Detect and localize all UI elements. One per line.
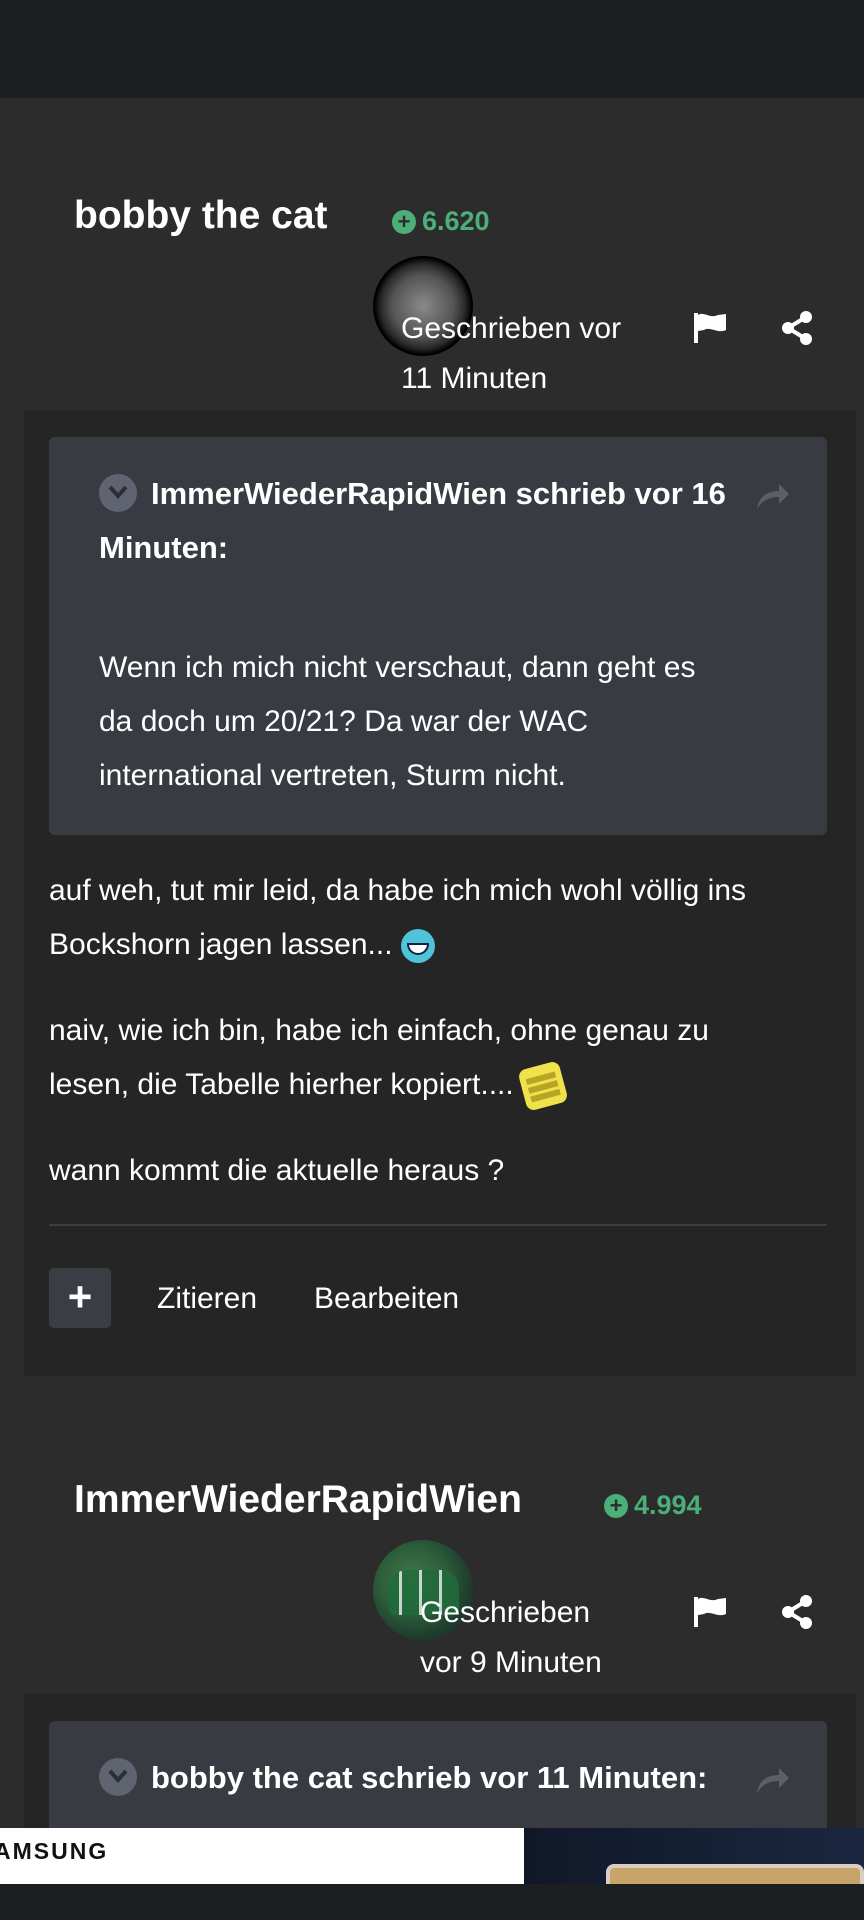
- post-timestamp: Geschrieben vor 11 Minuten: [401, 304, 621, 404]
- quote-button[interactable]: Zitieren: [157, 1282, 257, 1316]
- reputation-badge: + 4.994: [604, 1490, 702, 1521]
- divider: [49, 1224, 827, 1226]
- facepalm-emoji-icon: [517, 1060, 569, 1112]
- quote-block: bobby the cat schrieb vor 11 Minuten:: [49, 1721, 827, 1828]
- paragraph-line: naiv, wie ich bin, habe ich einfach, ohn…: [49, 1014, 709, 1047]
- reaction-plus-button[interactable]: +: [49, 1268, 111, 1328]
- chevron-down-icon[interactable]: [99, 1757, 137, 1796]
- post-paragraph: auf weh, tut mir leid, da habe ich mich …: [49, 864, 829, 972]
- laughing-emoji-icon: [400, 929, 435, 964]
- reputation-value: 4.994: [634, 1490, 702, 1520]
- quote-line: Wenn ich mich nicht verschaut, dann geht…: [99, 651, 696, 684]
- paragraph-line: auf weh, tut mir leid, da habe ich mich …: [49, 874, 747, 907]
- quote-line: international vertreten, Sturm nicht.: [99, 759, 566, 792]
- paragraph-line: Bockshorn jagen lassen...: [49, 928, 393, 961]
- paragraph-line: lesen, die Tabelle hierher kopiert....: [49, 1068, 514, 1101]
- post-author-name[interactable]: ImmerWiederRapidWien: [74, 1478, 522, 1522]
- post-paragraph: wann kommt die aktuelle heraus ?: [49, 1144, 829, 1198]
- timestamp-line-1: Geschrieben vor: [401, 312, 622, 345]
- ad-brand-text: AMSUNG: [0, 1838, 109, 1864]
- timestamp-line-1: Geschrieben: [420, 1596, 591, 1629]
- report-flag-icon[interactable]: [690, 308, 730, 348]
- paragraph-line: wann kommt die aktuelle heraus ?: [49, 1154, 505, 1187]
- post-author-name[interactable]: bobby the cat: [74, 194, 328, 238]
- timestamp-line-2: 11 Minuten: [401, 362, 548, 395]
- quote-block: ImmerWiederRapidWien schrieb vor 16 Minu…: [49, 437, 827, 835]
- chevron-down-icon[interactable]: [99, 473, 137, 512]
- post-card-2: bobby the cat schrieb vor 11 Minuten:: [24, 1694, 856, 1828]
- plus-icon: +: [67, 1273, 93, 1320]
- quote-header[interactable]: ImmerWiederRapidWien schrieb vor 16 Minu…: [99, 467, 726, 575]
- quote-line: da doch um 20/21? Da war der WAC: [99, 705, 589, 738]
- reputation-badge: + 6.620: [392, 206, 490, 237]
- quote-header[interactable]: bobby the cat schrieb vor 11 Minuten:: [99, 1751, 707, 1805]
- post-card-1: ImmerWiederRapidWien schrieb vor 16 Minu…: [24, 410, 856, 1376]
- reputation-value: 6.620: [422, 206, 490, 236]
- quote-body: Wenn ich mich nicht verschaut, dann geht…: [99, 641, 799, 803]
- plus-circle-icon: +: [392, 209, 416, 234]
- plus-circle-icon: +: [604, 1493, 628, 1518]
- quote-header-text: bobby the cat schrieb vor 11 Minuten:: [151, 1760, 708, 1795]
- quote-header-line-1: ImmerWiederRapidWien schrieb vor 16: [151, 476, 726, 511]
- quote-header-line-2: Minuten:: [99, 530, 229, 565]
- ad-banner[interactable]: AMSUNG: [0, 1828, 864, 1912]
- top-bar: [0, 0, 864, 98]
- timestamp-line-2: vor 9 Minuten: [420, 1646, 602, 1679]
- share-icon[interactable]: [778, 1592, 818, 1632]
- share-forward-icon[interactable]: [755, 481, 791, 511]
- bottom-bar: [0, 1884, 864, 1920]
- share-forward-icon[interactable]: [755, 1765, 791, 1795]
- report-flag-icon[interactable]: [690, 1592, 730, 1632]
- edit-button[interactable]: Bearbeiten: [314, 1282, 459, 1316]
- post-timestamp: Geschrieben vor 9 Minuten: [420, 1588, 602, 1688]
- post-paragraph: naiv, wie ich bin, habe ich einfach, ohn…: [49, 1004, 829, 1112]
- share-icon[interactable]: [778, 308, 818, 348]
